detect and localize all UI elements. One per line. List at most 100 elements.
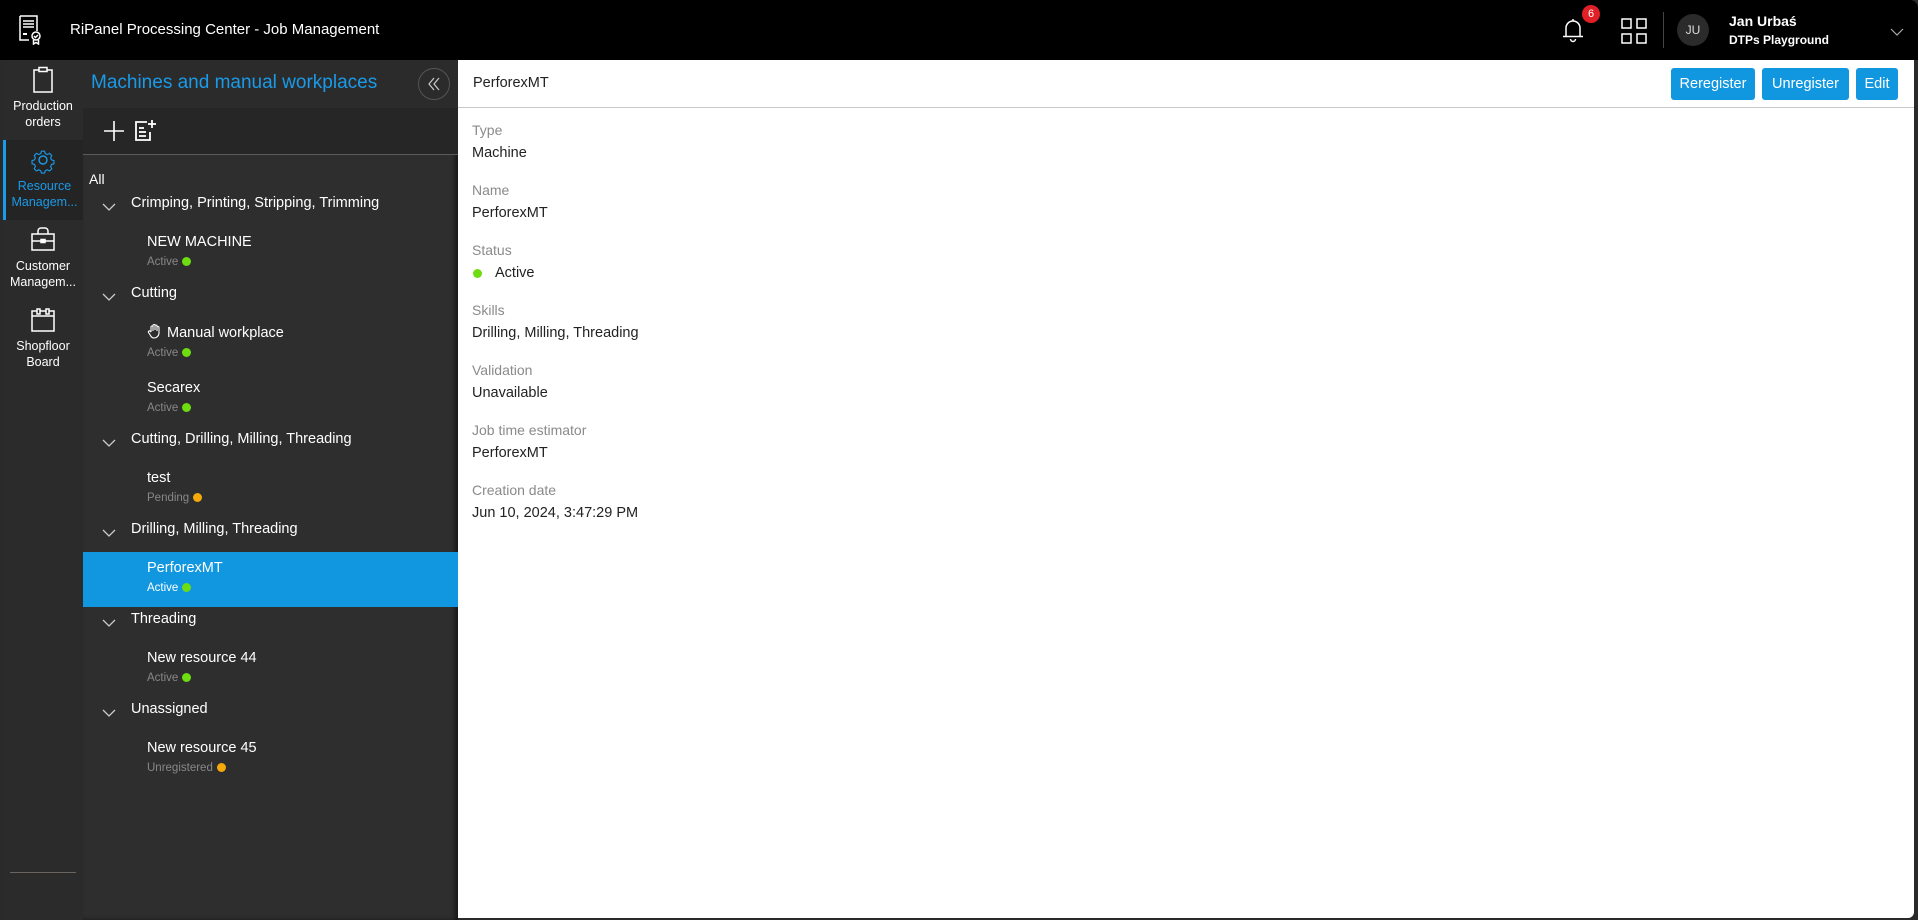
clipboard-icon	[29, 66, 57, 94]
panel-toolbar	[83, 108, 458, 155]
tree-resource-item[interactable]: New resource 45 Unregistered	[83, 732, 458, 787]
resource-status-text: Unregistered	[147, 762, 213, 774]
field-skills: Skills Drilling, Milling, Threading	[472, 302, 639, 341]
field-label: Type	[472, 122, 503, 138]
tree-resource-item[interactable]: Manual workplace Active	[83, 317, 458, 372]
chevron-down-icon[interactable]	[1890, 24, 1904, 36]
status-dot-active	[182, 673, 192, 682]
chevron-down-icon[interactable]	[102, 525, 116, 537]
tree-group-label: Drilling, Milling, Threading	[131, 521, 298, 537]
field-job-time-estimator: Job time estimator PerforexMT	[472, 422, 586, 461]
tree-resource-item[interactable]: NEW MACHINE Active	[83, 226, 458, 281]
tree-resource-item[interactable]: Secarex Active	[83, 372, 458, 427]
tree-group[interactable]: Threading	[83, 609, 458, 633]
status-dot-active	[182, 583, 192, 592]
field-value: Jun 10, 2024, 3:47:29 PM	[472, 505, 639, 521]
nav-item-customer-management[interactable]: Customer Managem...	[3, 220, 83, 300]
tree-resource-item[interactable]: New resource 44 Active	[83, 642, 458, 697]
resource-name: New resource 45	[147, 740, 257, 756]
hand-icon	[147, 323, 163, 339]
resource-status-text: Active	[147, 347, 179, 359]
resource-status-text: Pending	[147, 492, 190, 504]
field-value: Active	[472, 265, 535, 281]
chevron-down-icon[interactable]	[102, 705, 116, 717]
resource-name: PerforexMT	[147, 560, 223, 576]
resource-status: Active	[147, 672, 192, 684]
field-label: Validation	[472, 362, 533, 378]
chevron-down-icon[interactable]	[102, 435, 116, 447]
bell-icon[interactable]	[1561, 17, 1585, 43]
topbar-divider	[1663, 12, 1664, 48]
gear-icon	[29, 146, 57, 174]
collapse-panel-button[interactable]	[418, 68, 450, 100]
nav-label-line2: Managem...	[11, 195, 78, 209]
resource-status: Active	[147, 347, 192, 359]
field-label: Name	[472, 182, 510, 198]
user-name[interactable]: Jan Urbaś	[1729, 13, 1797, 29]
chevron-down-icon[interactable]	[102, 289, 116, 301]
resource-status-text: Active	[147, 402, 179, 414]
resource-name: Manual workplace	[167, 325, 284, 341]
calendar-board-icon	[29, 306, 57, 334]
reregister-button[interactable]: Reregister	[1671, 68, 1755, 100]
add-list-icon[interactable]	[133, 119, 157, 143]
tree-resource-item[interactable]: test Pending	[83, 462, 458, 517]
panel-header: Machines and manual workplaces	[83, 60, 458, 108]
field-validation: Validation Unavailable	[472, 362, 548, 401]
field-label: Job time estimator	[472, 422, 587, 438]
tree-group-label: Cutting, Drilling, Milling, Threading	[131, 431, 352, 447]
resource-name: test	[147, 470, 171, 486]
field-value: PerforexMT	[472, 445, 548, 461]
status-dot-pending	[193, 493, 203, 502]
resource-list-panel: Machines and manual workplaces All Crimp…	[83, 60, 458, 920]
tree-group-label: Cutting	[131, 285, 177, 301]
tree-group[interactable]: Crimping, Printing, Stripping, Trimming	[83, 193, 458, 217]
status-text: Active	[495, 265, 535, 281]
nav-item-shopfloor-board[interactable]: Shopfloor Board	[3, 300, 83, 380]
nav-divider	[10, 872, 76, 873]
field-value: Unavailable	[472, 385, 548, 401]
field-label: Status	[472, 242, 512, 258]
status-dot-active	[182, 403, 192, 412]
tree-group[interactable]: Cutting	[83, 283, 458, 307]
tree-resource-item-selected[interactable]: PerforexMT Active	[83, 552, 458, 607]
nav-rail: Production orders Resource Managem... Cu…	[3, 60, 83, 920]
nav-label-line1: Resource	[17, 179, 72, 193]
unregister-button[interactable]: Unregister	[1762, 68, 1849, 100]
resource-status-text: Active	[147, 256, 179, 268]
edit-button[interactable]: Edit	[1856, 68, 1898, 100]
field-value: Machine	[472, 145, 527, 161]
chevron-down-icon[interactable]	[102, 199, 116, 211]
tree-group[interactable]: Cutting, Drilling, Milling, Threading	[83, 429, 458, 453]
field-status: Status Active	[472, 242, 535, 281]
tree-group[interactable]: Unassigned	[83, 699, 458, 723]
tree-group-label: Unassigned	[131, 701, 208, 717]
nav-item-production-orders[interactable]: Production orders	[3, 60, 83, 140]
detail-title: PerforexMT	[473, 75, 549, 91]
plus-icon[interactable]	[102, 119, 126, 143]
nav-item-resource-management[interactable]: Resource Managem...	[3, 140, 83, 220]
resource-status-text: Active	[147, 672, 179, 684]
tree-group[interactable]: Drilling, Milling, Threading	[83, 519, 458, 543]
avatar[interactable]: JU	[1677, 14, 1709, 46]
field-type: Type Machine	[472, 122, 527, 161]
nav-label-line2: orders	[25, 115, 61, 129]
apps-grid-icon[interactable]	[1621, 18, 1647, 44]
status-dot-active	[182, 348, 192, 357]
panel-title: Machines and manual workplaces	[91, 72, 378, 93]
top-bar: RiPanel Processing Center - Job Manageme…	[0, 0, 1918, 60]
chevron-down-icon[interactable]	[102, 615, 116, 627]
resource-name: New resource 44	[147, 650, 257, 666]
field-creation-date: Creation date Jun 10, 2024, 3:47:29 PM	[472, 482, 638, 521]
nav-label-line1: Customer	[15, 259, 71, 273]
resource-name: Secarex	[147, 380, 201, 396]
tree-group-label: Threading	[131, 611, 197, 627]
notification-badge: 6	[1582, 5, 1600, 23]
certificate-document-icon	[17, 13, 43, 46]
resource-status-text: Active	[147, 582, 179, 594]
nav-label-line1: Production	[13, 99, 73, 113]
tree-all-node[interactable]: All	[89, 171, 105, 187]
tree-group-label: Crimping, Printing, Stripping, Trimming	[131, 195, 380, 211]
app-title: RiPanel Processing Center - Job Manageme…	[70, 21, 380, 38]
user-organization[interactable]: DTPs Playground	[1729, 33, 1829, 47]
